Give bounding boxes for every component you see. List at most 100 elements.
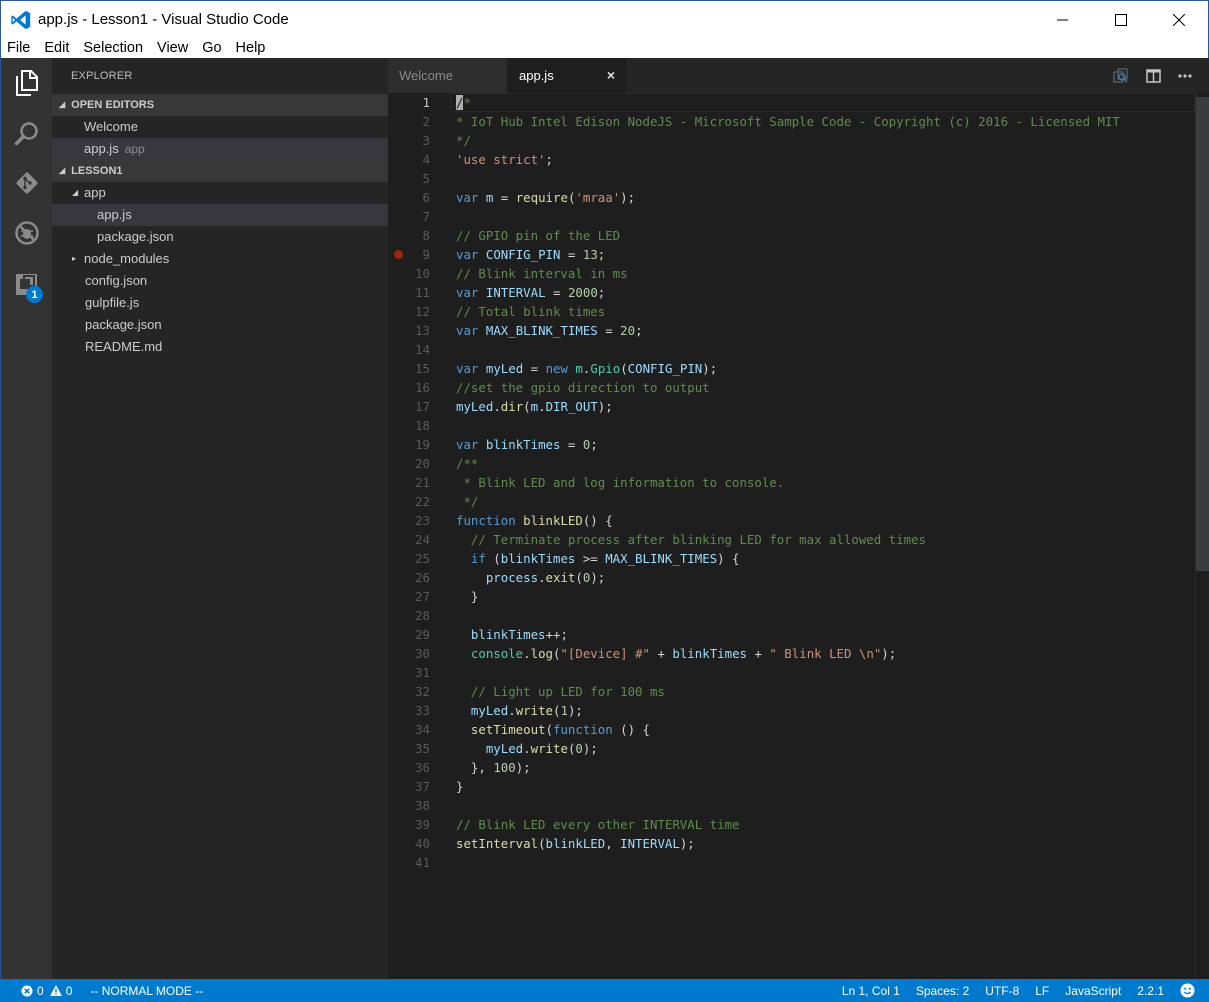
project-header[interactable]: ◢ LESSON1 (52, 160, 388, 182)
code-token: = (560, 247, 583, 262)
code-token: ( (620, 361, 628, 376)
line-number: 27 (415, 589, 430, 604)
cursor-position[interactable]: Ln 1, Col 1 (834, 984, 908, 998)
code-editor[interactable]: 1 2 3 4 5 6 7 8 9 10 11 12 13 14 15 16 17 18 19 20 21 22 23 24 2… (388, 93, 1209, 979)
code-token: /** (456, 456, 479, 471)
code-token: ); (881, 646, 897, 661)
code-token: ); (515, 760, 531, 775)
code-token: + (747, 646, 770, 661)
open-editors-label: OPEN EDITORS (71, 99, 155, 111)
error-icon (21, 985, 33, 996)
tree-file-readme-md[interactable]: README.md (52, 336, 388, 358)
line-number: 26 (415, 570, 430, 585)
tree-item-label: config.json (85, 273, 148, 288)
line-number: 20 (415, 456, 430, 471)
code-token: ( (575, 570, 583, 585)
line-number: 39 (415, 817, 430, 832)
close-window-button[interactable] (1150, 1, 1208, 39)
breakpoint-icon[interactable] (394, 250, 403, 259)
file-encoding[interactable]: UTF-8 (977, 984, 1027, 998)
editor-gutter[interactable]: 1 2 3 4 5 6 7 8 9 10 11 12 13 14 15 16 17 18 19 20 21 22 23 24 2… (388, 93, 450, 979)
line-number: 10 (415, 266, 430, 281)
line-number: 35 (415, 741, 430, 756)
line-number: 17 (415, 399, 430, 414)
more-actions-button[interactable] (1169, 58, 1201, 93)
code-token: */ (456, 133, 471, 148)
tab-close-icon[interactable]: × (607, 67, 615, 83)
open-editor-app-js[interactable]: app.js app (52, 138, 388, 160)
line-number: 25 (415, 551, 430, 566)
minimize-button[interactable] (1034, 1, 1092, 39)
code-token: var (456, 285, 479, 300)
line-number: 34 (415, 722, 430, 737)
tree-item-label: README.md (85, 339, 163, 354)
code-token: = (545, 285, 568, 300)
code-line: }, 100); (456, 758, 1195, 777)
line-number: 7 (422, 209, 430, 224)
code-token: write (515, 703, 554, 718)
menu-edit[interactable]: Edit (44, 38, 69, 58)
end-of-line[interactable]: LF (1027, 984, 1057, 998)
open-editor-welcome[interactable]: Welcome (52, 116, 388, 138)
activity-debug[interactable] (1, 208, 53, 258)
split-editor-button[interactable] (1137, 58, 1169, 93)
code-token: //set the gpio direction to output (456, 380, 710, 395)
code-line: myLed.write(1); (456, 701, 1195, 720)
editor-tab-bar: Welcome app.js × (388, 58, 1209, 93)
code-line: if (blinkTimes >= MAX_BLINK_TIMES) { (456, 549, 1195, 568)
feedback-button[interactable] (1172, 983, 1209, 998)
line-number: 22 (415, 494, 430, 509)
tree-folder-app[interactable]: ◢ app (52, 182, 388, 204)
language-mode[interactable]: JavaScript (1057, 984, 1129, 998)
close-icon (1173, 14, 1185, 26)
typescript-version[interactable]: 2.2.1 (1129, 984, 1172, 998)
indentation-setting[interactable]: Spaces: 2 (908, 984, 977, 998)
activity-explorer[interactable] (1, 58, 53, 108)
activity-search[interactable] (1, 108, 53, 158)
code-token: ); (597, 399, 613, 414)
tree-folder-node-modules[interactable]: ▸ node_modules (52, 248, 388, 270)
activity-extensions[interactable]: 1 (1, 258, 53, 308)
tree-file-app-package-json[interactable]: package.json (52, 226, 388, 248)
code-token: ; (590, 437, 598, 452)
code-token: ); (620, 190, 636, 205)
line-number: 2 (422, 114, 430, 129)
code-token: 20 (620, 323, 636, 338)
activity-git[interactable] (1, 158, 53, 208)
code-token: // Light up LED for 100 ms (470, 684, 665, 699)
menu-go[interactable]: Go (202, 38, 221, 58)
vscode-logo-icon (11, 10, 31, 29)
code-token: m (530, 399, 539, 414)
tree-file-package-json[interactable]: package.json (52, 314, 388, 336)
tree-file-app-js[interactable]: app.js (52, 204, 388, 226)
menu-selection[interactable]: Selection (83, 38, 143, 58)
open-editors-header[interactable]: ◢ OPEN EDITORS (52, 94, 388, 116)
editor-scrollbar[interactable] (1195, 93, 1209, 979)
tree-file-config-json[interactable]: config.json (52, 270, 388, 292)
menu-file[interactable]: File (7, 38, 30, 58)
menu-view[interactable]: View (157, 38, 188, 58)
open-changes-button[interactable] (1105, 58, 1137, 93)
search-icon (14, 122, 38, 146)
code-token: var (456, 361, 479, 376)
code-token: = (523, 361, 546, 376)
maximize-button[interactable] (1092, 1, 1150, 39)
code-content[interactable]: /* * IoT Hub Intel Edison NodeJS - Micros… (456, 93, 1195, 872)
tab-app-js[interactable]: app.js × (507, 58, 626, 93)
menu-help[interactable]: Help (236, 38, 266, 58)
code-token: * (463, 95, 471, 110)
tab-welcome[interactable]: Welcome (388, 58, 507, 93)
line-number: 38 (415, 798, 430, 813)
debug-icon (15, 221, 39, 245)
code-token: 13 (582, 247, 598, 262)
problems-indicator[interactable]: 0 0 (21, 984, 72, 998)
code-token: myLed (456, 399, 494, 414)
open-changes-icon (1113, 67, 1128, 83)
tree-file-gulpfile-js[interactable]: gulpfile.js (52, 292, 388, 314)
